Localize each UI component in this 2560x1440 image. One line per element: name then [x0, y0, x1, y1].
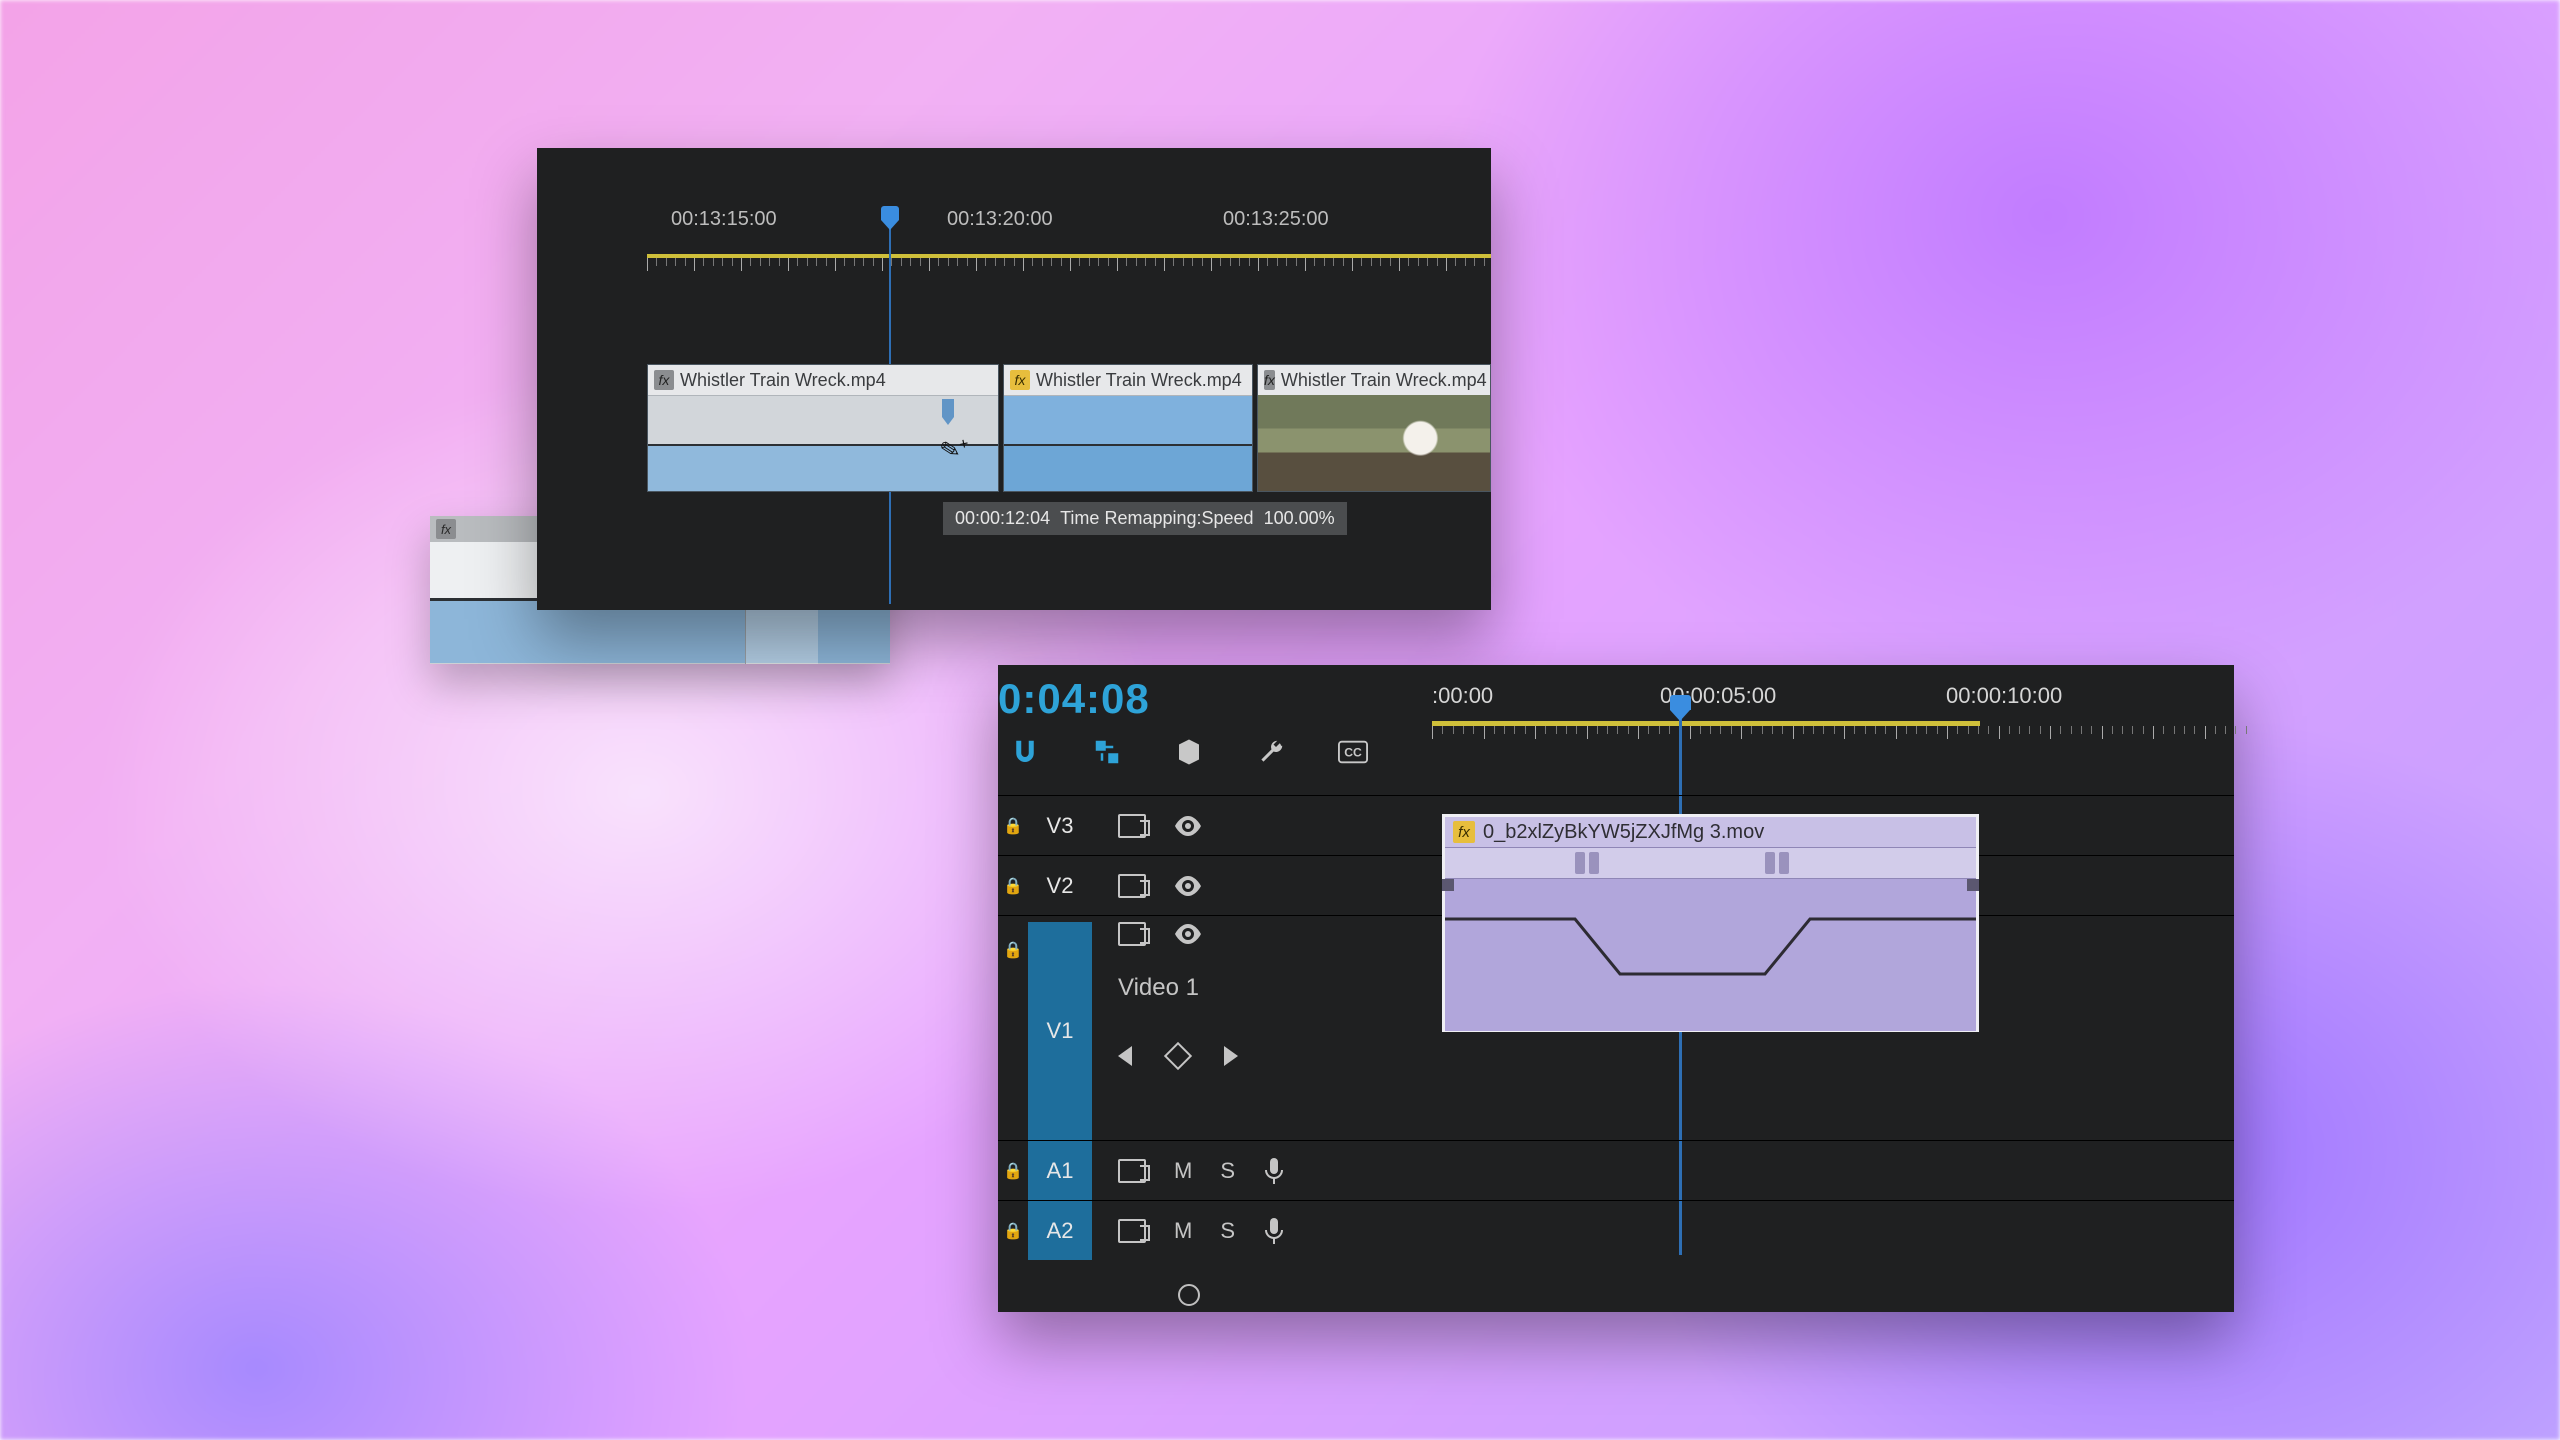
track-row-a2[interactable]: 🔒 A2 M S [998, 1200, 2234, 1260]
source-patch-icon[interactable] [1118, 1219, 1146, 1243]
svg-text:CC: CC [1344, 746, 1362, 760]
snap-icon[interactable] [1008, 735, 1042, 769]
time-ruler[interactable]: :00:00 00:00:05:00 00:00:10:00 [1432, 683, 2234, 739]
current-timecode[interactable]: 0:04:08 [998, 675, 1150, 723]
track-id[interactable]: A2 [1028, 1201, 1092, 1260]
prev-keyframe-icon[interactable] [1118, 1046, 1132, 1066]
next-keyframe-icon[interactable] [1224, 1046, 1238, 1066]
clip-segment[interactable]: fx Whistler Train Wreck.mp4 [1003, 364, 1253, 492]
track-id[interactable]: A1 [1028, 1141, 1092, 1200]
speed-curve[interactable] [1445, 879, 1976, 1031]
source-patch-icon[interactable] [1118, 814, 1146, 838]
timeline-tool-row: CC [1008, 735, 1370, 769]
lock-icon[interactable]: 🔒 [1003, 816, 1023, 836]
fx-badge-icon: fx [1264, 370, 1275, 390]
clip-segment[interactable]: fx Whistler Train Wreck.mp4 ✎+ [647, 364, 999, 492]
clip-name: Whistler Train Wreck.mp4 [1281, 370, 1487, 391]
ruler-label: 00:13:20:00 [947, 208, 1053, 231]
clip-name: 0_b2xlZyBkYW5jZXJfMg 3.mov [1483, 821, 1764, 844]
keyframe-nav [1118, 1046, 1238, 1066]
pen-cursor-icon: ✎+ [937, 432, 972, 466]
track-id[interactable]: V3 [1028, 796, 1092, 855]
fx-badge-icon: fx [654, 370, 674, 390]
solo-button[interactable]: S [1220, 1218, 1235, 1244]
time-ruler[interactable]: 00:13:15:00 00:13:20:00 00:13:25:00 [537, 188, 1491, 248]
source-patch-icon[interactable] [1118, 922, 1146, 946]
fx-badge-icon: fx [436, 519, 456, 539]
ruler-label: :00:00 [1432, 683, 1493, 709]
source-patch-icon[interactable] [1118, 1159, 1146, 1183]
ruler-label: 00:13:25:00 [1223, 208, 1329, 231]
mute-button[interactable]: M [1174, 1158, 1192, 1184]
ruler-label: 00:13:15:00 [671, 208, 777, 231]
clip-name: Whistler Train Wreck.mp4 [1036, 370, 1242, 391]
mic-icon[interactable] [1263, 1157, 1285, 1185]
lock-icon[interactable]: 🔒 [1003, 1221, 1023, 1241]
track-name: Video 1 [1118, 974, 1238, 1002]
timeline-panel-zoomed: 00:13:15:00 00:13:20:00 00:13:25:00 fx Wh… [537, 148, 1491, 610]
solo-button[interactable]: S [1220, 1158, 1235, 1184]
value-tooltip: 00:00:12:04 Time Remapping:Speed 100.00% [943, 502, 1347, 535]
timeline-panel-main: 0:04:08 CC :00:00 00:00:05:00 00:00:10:0… [998, 665, 2234, 1312]
fx-badge-icon: fx [1453, 821, 1475, 843]
speed-keyframe-icon[interactable] [942, 399, 954, 417]
source-patch-icon[interactable] [1118, 874, 1146, 898]
add-keyframe-icon[interactable] [1164, 1042, 1192, 1070]
eye-icon[interactable] [1174, 924, 1202, 944]
ruler-label: 00:00:10:00 [1946, 683, 2062, 709]
clip-segment[interactable]: fx Whistler Train Wreck.mp4 [1257, 364, 1491, 492]
clip-name: Whistler Train Wreck.mp4 [680, 370, 886, 391]
track-id[interactable]: V2 [1028, 856, 1092, 915]
eye-icon[interactable] [1174, 876, 1202, 896]
clip-track[interactable]: fx Whistler Train Wreck.mp4 ✎+ fx Whistler… [647, 364, 1491, 492]
mic-icon[interactable] [1263, 1217, 1285, 1245]
eye-icon[interactable] [1174, 816, 1202, 836]
clip-thumbnail [1258, 395, 1490, 491]
lock-icon[interactable]: 🔒 [1003, 876, 1023, 896]
wrench-icon[interactable] [1254, 735, 1288, 769]
captions-icon[interactable]: CC [1336, 735, 1370, 769]
track-id[interactable]: V1 [1028, 922, 1092, 1140]
lock-icon[interactable]: 🔒 [1003, 940, 1023, 960]
zoom-scroll-handle[interactable] [1178, 1284, 1200, 1306]
linked-selection-icon[interactable] [1090, 735, 1124, 769]
clip-segment[interactable]: fx 0_b2xlZyBkYW5jZXJfMg 3.mov [1442, 814, 1979, 1032]
track-row-a1[interactable]: 🔒 A1 M S [998, 1140, 2234, 1200]
marker-icon[interactable] [1172, 735, 1206, 769]
lock-icon[interactable]: 🔒 [1003, 1161, 1023, 1181]
mute-button[interactable]: M [1174, 1218, 1192, 1244]
fx-badge-icon: fx [1010, 370, 1030, 390]
